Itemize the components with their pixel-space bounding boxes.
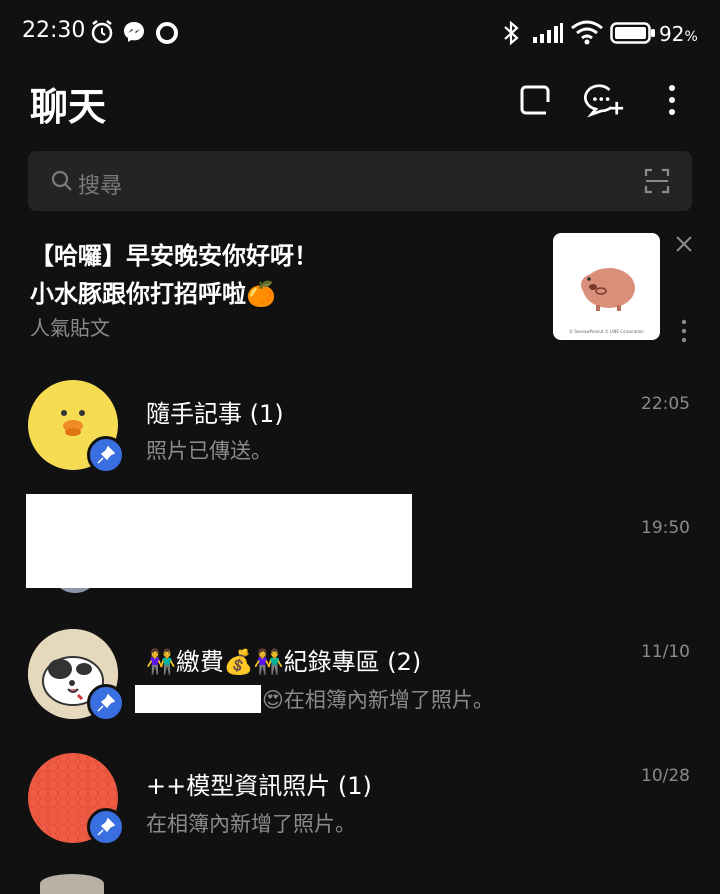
chat-last-message: 在相簿內新增了照片。 bbox=[146, 812, 356, 836]
pin-badge bbox=[87, 808, 125, 846]
promo-title-line1[interactable]: 【哈囉】早安晚安你好呀！ bbox=[30, 236, 318, 271]
new-note-icon[interactable] bbox=[516, 80, 556, 120]
pin-icon bbox=[97, 817, 116, 836]
thumb-caption: © SeesawPeanut © LINE Corporation bbox=[569, 329, 644, 334]
pin-icon bbox=[97, 445, 116, 464]
chat-last-message: 😍在相簿內新增了照片。 bbox=[262, 688, 494, 712]
alarm-icon bbox=[91, 20, 113, 44]
promo-thumbnail[interactable]: © SeesawPeanut © LINE Corporation bbox=[553, 233, 660, 340]
search-icon bbox=[51, 170, 72, 191]
bluetooth-icon bbox=[504, 20, 519, 46]
chat-name: 👫繳費💰👫紀錄專區 (2) bbox=[146, 648, 422, 676]
capybara-sticker-icon bbox=[581, 268, 635, 311]
redaction-block bbox=[26, 494, 412, 588]
promo-subtitle: 人氣貼文 bbox=[30, 316, 110, 340]
new-chat-icon[interactable] bbox=[584, 80, 624, 120]
search-bar[interactable] bbox=[28, 151, 692, 211]
pin-badge bbox=[87, 684, 125, 722]
battery-percent: 92 bbox=[659, 22, 685, 46]
signal-icon bbox=[533, 23, 563, 43]
wifi-icon bbox=[571, 20, 603, 45]
more-menu-icon[interactable] bbox=[652, 80, 692, 120]
chat-time: 11/10 bbox=[641, 642, 690, 662]
page-title: 聊天 bbox=[30, 85, 107, 129]
qr-scan-icon[interactable] bbox=[644, 168, 670, 194]
battery-unit: % bbox=[684, 29, 698, 45]
redaction-block bbox=[135, 685, 261, 713]
chat-name: ++模型資訊照片 (1) bbox=[146, 772, 372, 800]
circle-status-icon bbox=[156, 22, 178, 44]
chat-name: 隨手記事 (1) bbox=[146, 400, 284, 428]
messenger-icon bbox=[124, 22, 144, 42]
chat-time: 10/28 bbox=[641, 766, 690, 786]
status-time: 22:30 bbox=[22, 18, 86, 43]
search-placeholder: 搜尋 bbox=[78, 174, 123, 199]
promo-more-icon[interactable] bbox=[678, 318, 690, 344]
promo-title-line2[interactable]: 小水豚跟你打招呼啦🍊 bbox=[30, 274, 276, 309]
chat-last-message: 照片已傳送。 bbox=[146, 439, 272, 463]
close-icon[interactable] bbox=[675, 235, 693, 253]
pin-badge bbox=[87, 436, 125, 474]
battery-level: 92% bbox=[659, 22, 698, 46]
chat-time: 19:50 bbox=[641, 518, 690, 538]
pin-icon bbox=[97, 693, 116, 712]
chat-time: 22:05 bbox=[641, 394, 690, 414]
avatar[interactable] bbox=[40, 874, 104, 894]
battery-icon bbox=[610, 22, 655, 44]
